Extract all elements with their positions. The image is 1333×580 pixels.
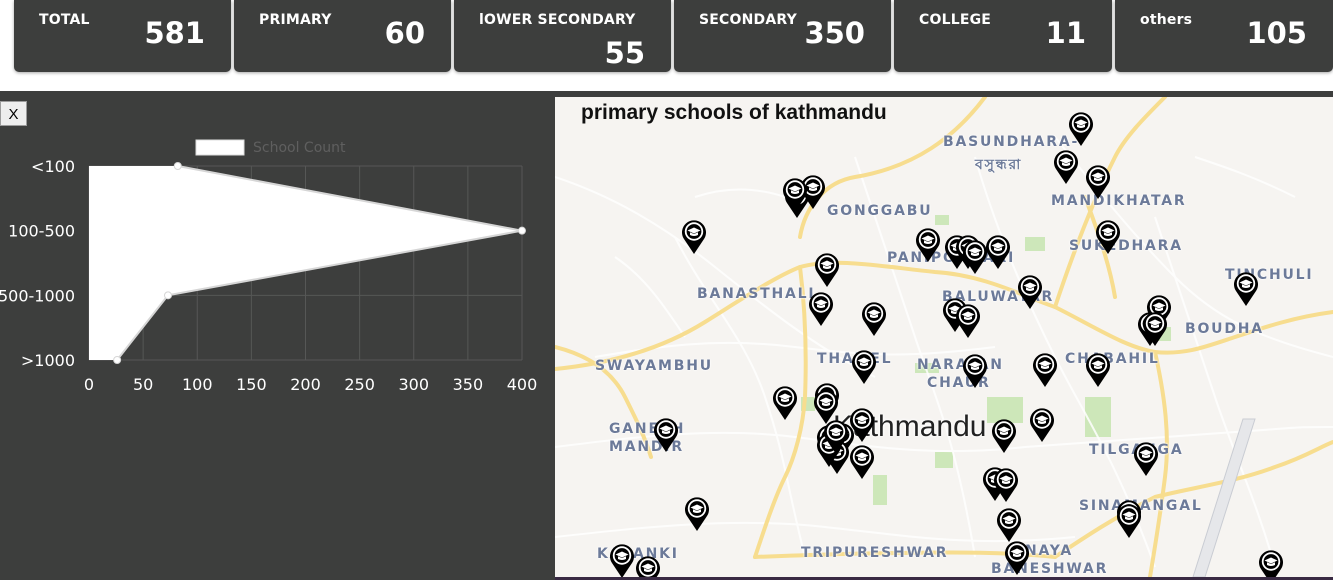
x-tick-label: 150 <box>236 375 267 394</box>
district-label: CHABAHIL <box>1065 351 1160 367</box>
district-label: SUKEDHARA <box>1069 238 1183 254</box>
stat-value: 11 <box>1045 16 1086 50</box>
school-map-pin-icon[interactable] <box>808 291 834 327</box>
district-label: BOUDHA <box>1185 321 1264 337</box>
school-map-pin-icon[interactable] <box>814 252 840 288</box>
school-map-pin-icon[interactable] <box>684 496 710 532</box>
data-point[interactable] <box>113 356 122 364</box>
school-map-pin-icon[interactable] <box>849 444 875 480</box>
x-tick-label: 350 <box>453 375 484 394</box>
district-label: GONGGABU <box>827 203 933 219</box>
data-point[interactable] <box>518 226 526 235</box>
school-map-pin-icon[interactable] <box>962 239 988 275</box>
schools-map[interactable]: primary schools of kathmandu BASUNDHARA-… <box>555 97 1333 577</box>
district-label: NARAYAN <box>917 357 1004 373</box>
school-map-pin-icon[interactable] <box>653 417 679 453</box>
y-tick-label: <100 <box>31 157 75 176</box>
school-map-pin-icon[interactable] <box>1032 352 1058 388</box>
district-label: TRIPURESHWAR <box>801 545 949 561</box>
stat-label: others <box>1140 12 1193 28</box>
stat-label: TOTAL <box>39 12 90 28</box>
legend-swatch <box>195 139 245 156</box>
school-map-pin-icon[interactable] <box>1233 271 1259 307</box>
x-tick-label: 100 <box>182 375 213 394</box>
stat-value: 60 <box>384 16 425 50</box>
x-tick-label: 200 <box>290 375 321 394</box>
school-map-pin-icon[interactable] <box>772 385 798 421</box>
legend-label: School Count <box>253 140 346 156</box>
stat-card-primary: PRIMARY 60 <box>234 0 451 72</box>
x-axis: 0 50 100 150 200 250 300 350 400 <box>84 375 537 394</box>
school-count-chart: <100 100-500 500-1000 >1000 0 50 100 150 200 250… <box>0 139 537 394</box>
school-map-pin-icon[interactable] <box>1085 164 1111 200</box>
school-map-pin-icon[interactable] <box>681 219 707 255</box>
y-axis: <100 100-500 500-1000 >1000 <box>0 157 75 370</box>
stat-label: PRIMARY <box>259 12 332 28</box>
district-label: NAYA <box>1025 543 1074 559</box>
school-map-pin-icon[interactable] <box>823 419 849 455</box>
district-label: MANDIKHATAR <box>1051 193 1187 209</box>
stat-value: 581 <box>144 16 205 50</box>
district-label: SWAYAMBHU <box>595 358 713 374</box>
school-map-pin-icon[interactable] <box>1053 149 1079 185</box>
school-map-pin-icon[interactable] <box>1029 407 1055 443</box>
school-map-pin-icon[interactable] <box>1085 352 1111 388</box>
stat-card-total: TOTAL 581 <box>14 0 231 72</box>
school-map-pin-icon[interactable] <box>1068 111 1094 147</box>
y-tick-label: >1000 <box>21 351 75 370</box>
data-point[interactable] <box>173 162 182 170</box>
y-tick-label: 500-1000 <box>0 286 75 305</box>
school-map-pin-icon[interactable] <box>1004 540 1030 576</box>
x-tick-label: 250 <box>344 375 375 394</box>
school-map-pin-icon[interactable] <box>996 507 1022 543</box>
school-map-pin-icon[interactable] <box>861 301 887 337</box>
school-map-pin-icon[interactable] <box>1095 219 1121 255</box>
school-map-pin-icon[interactable] <box>1116 503 1142 539</box>
school-map-pin-icon[interactable] <box>635 555 661 577</box>
data-point[interactable] <box>164 291 173 300</box>
district-label: BASUNDHARA- <box>943 134 1080 150</box>
school-map-pin-icon[interactable] <box>991 418 1017 454</box>
stat-label: SECONDARY <box>699 12 797 28</box>
school-map-pin-icon[interactable] <box>993 467 1019 503</box>
x-tick-label: 400 <box>507 375 538 394</box>
x-tick-label: 50 <box>133 375 153 394</box>
stat-card-lower-secondary: lOWER SECONDARY 55 <box>454 0 671 72</box>
x-tick-label: 300 <box>398 375 429 394</box>
stat-value: 350 <box>804 16 865 50</box>
school-map-pin-icon[interactable] <box>985 234 1011 270</box>
school-map-pin-icon[interactable] <box>1017 274 1043 310</box>
school-map-pin-icon[interactable] <box>851 349 877 385</box>
school-map-pin-icon[interactable] <box>962 353 988 389</box>
stat-card-secondary: SECONDARY 350 <box>674 0 891 72</box>
map-title: primary schools of kathmandu <box>581 101 887 124</box>
stat-label: COLLEGE <box>919 12 992 28</box>
stat-value: 55 <box>604 36 645 70</box>
x-tick-label: 0 <box>84 375 94 394</box>
school-map-pin-icon[interactable] <box>1142 311 1168 347</box>
stat-card-others: others 105 <box>1115 0 1333 72</box>
school-map-pin-icon[interactable] <box>955 303 981 339</box>
stat-value: 105 <box>1246 16 1307 50</box>
school-map-pin-icon[interactable] <box>609 543 635 577</box>
stat-label: lOWER SECONDARY <box>479 12 636 28</box>
legend[interactable]: School Count <box>195 139 346 156</box>
district-label: বসুন্ধরা <box>975 157 1023 173</box>
school-map-pin-icon[interactable] <box>782 177 808 213</box>
map-roads <box>555 97 1333 577</box>
school-map-pin-icon[interactable] <box>915 227 941 263</box>
stat-card-college: COLLEGE 11 <box>894 0 1112 72</box>
school-map-pin-icon[interactable] <box>1133 441 1159 477</box>
stats-bar: TOTAL 581 PRIMARY 60 lOWER SECONDARY 55 … <box>0 0 1333 91</box>
y-tick-label: 100-500 <box>8 222 75 241</box>
district-label: BANASTHALI <box>697 286 816 302</box>
school-map-pin-icon[interactable] <box>1258 549 1284 577</box>
